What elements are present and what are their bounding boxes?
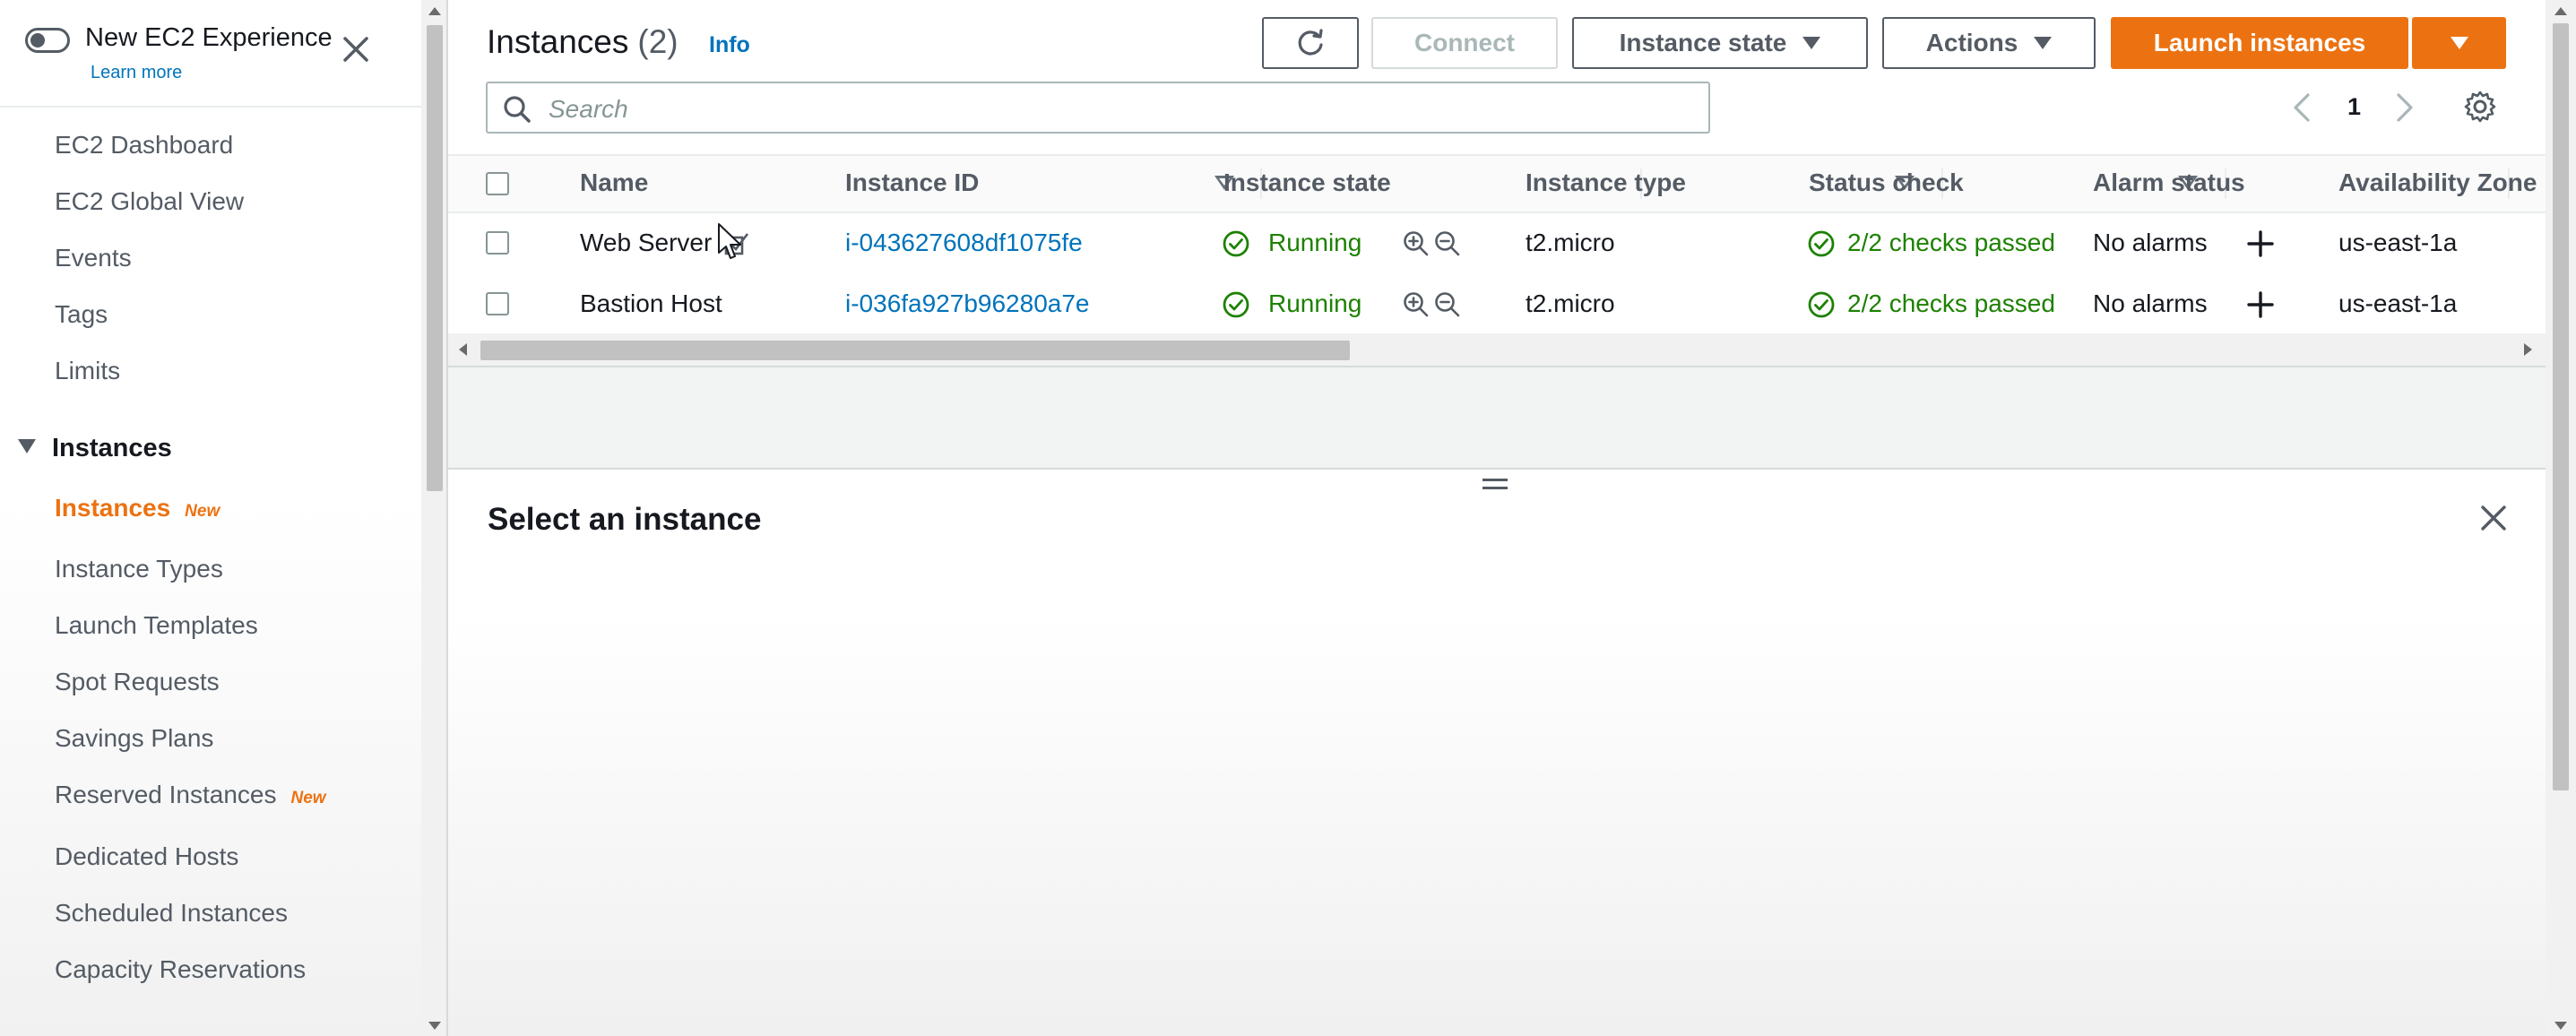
new-experience-toggle[interactable] [25,28,70,53]
sidebar-section-label: Instances [52,434,172,462]
refresh-icon [1298,29,1323,56]
caret-down-icon [2450,37,2468,49]
row-checkbox[interactable] [486,292,509,315]
sidebar-item-dedicated-hosts[interactable]: Dedicated Hosts [55,842,238,871]
sidebar-item-ec2-dashboard[interactable]: EC2 Dashboard [55,131,233,160]
sidebar-item-savings-plans[interactable]: Savings Plans [55,724,213,753]
page-title-text: Instances [487,23,629,60]
detail-title: Select an instance [488,502,762,537]
edit-icon[interactable] [721,229,751,259]
sidebar-item-scheduled-instances[interactable]: Scheduled Instances [55,899,288,928]
sidebar-item-capacity-reservations[interactable]: Capacity Reservations [55,955,306,984]
column-header-instance-id[interactable]: Instance ID [845,168,979,197]
instance-state-value: Running [1268,289,1362,317]
column-header-name[interactable]: Name [580,168,648,197]
launch-instances-button[interactable]: Launch instances [2111,17,2408,69]
status-check-value: 2/2 checks passed [1847,229,2055,256]
instance-id-link[interactable]: i-043627608df1075fe [845,229,1083,257]
status-check-value: 2/2 checks passed [1847,289,2055,317]
refresh-button[interactable] [1262,17,1359,69]
sidebar-item-label: Reserved Instances [55,781,277,808]
sidebar-item-spot-requests[interactable]: Spot Requests [55,668,220,696]
actions-dropdown[interactable]: Actions [1882,17,2096,69]
sidebar-item-instances[interactable]: Instances New [55,494,220,522]
search-input[interactable]: Search [486,82,1710,134]
page-number[interactable]: 1 [2347,93,2361,121]
column-header-instance-type[interactable]: Instance type [1526,168,1686,197]
resize-handle[interactable] [1482,479,1508,493]
page-scrollbar[interactable] [2546,0,2576,1036]
sidebar-section-instances[interactable]: Instances [18,434,172,463]
sidebar-item-launch-templates[interactable]: Launch Templates [55,611,258,640]
instance-state-dropdown[interactable]: Instance state [1572,17,1868,69]
select-all-checkbox[interactable] [486,172,509,195]
zoom-in-icon[interactable] [1402,290,1431,319]
sidebar-scrollbar[interactable] [421,0,448,1036]
detail-panel: Select an instance [448,470,2546,1036]
caret-down-icon [18,439,36,454]
new-badge: New [290,789,326,807]
zoom-out-icon[interactable] [1433,290,1462,319]
launch-options-dropdown[interactable] [2412,17,2506,69]
experience-title: New EC2 Experience [85,23,333,52]
new-badge: New [185,502,220,521]
success-icon [1808,291,1835,318]
connect-button[interactable]: Connect [1371,17,1558,69]
instance-count: (2) [637,23,679,60]
success-icon [1223,230,1249,257]
table-header: Name Instance ID Instance state Instance… [448,156,2546,213]
column-header-availability-zone[interactable]: Availability Zone [2338,168,2537,197]
column-header-alarm-status[interactable]: Alarm status [2093,168,2245,197]
instance-type-value: t2.micro [1526,289,1615,317]
column-header-status-check[interactable]: Status check [1809,168,1964,197]
table-row[interactable]: Bastion Host i-036fa927b96280a7e Running… [448,274,2546,333]
alarm-status-value: No alarms [2093,229,2208,256]
instance-name[interactable]: Web Server [580,229,712,257]
split-gap [448,367,2546,468]
next-page-icon[interactable] [2391,90,2418,125]
sidebar: New EC2 Experience Learn more EC2 Dashbo… [0,0,421,1036]
gear-icon[interactable] [2462,89,2498,125]
sidebar-item-reserved-instances[interactable]: Reserved Instances New [55,781,326,809]
learn-more-link[interactable]: Learn more [91,63,182,83]
alarm-status-value: No alarms [2093,289,2208,317]
add-alarm-icon[interactable] [2246,290,2275,319]
zoom-out-icon[interactable] [1433,229,1462,258]
instance-state-value: Running [1268,229,1362,256]
actions-label: Actions [1925,29,2018,56]
table-horizontal-scrollbar[interactable] [448,333,2546,366]
success-icon [1223,291,1249,318]
caret-down-icon [1802,37,1821,49]
search-icon [504,96,531,123]
table-row[interactable]: Web Server i-043627608df1075fe Running t… [448,213,2546,272]
sidebar-item-tags[interactable]: Tags [55,300,108,329]
sidebar-item-ec2-global-view[interactable]: EC2 Global View [55,187,244,216]
search-placeholder: Search [549,95,628,123]
column-header-instance-state[interactable]: Instance state [1223,168,1391,197]
caret-down-icon [2034,37,2053,49]
sidebar-item-instance-types[interactable]: Instance Types [55,555,223,583]
instance-id-link[interactable]: i-036fa927b96280a7e [845,289,1089,318]
close-icon[interactable] [341,34,371,65]
page-title: Instances (2) [487,23,679,61]
sidebar-item-events[interactable]: Events [55,244,132,272]
sidebar-item-label: Instances [55,494,171,522]
success-icon [1808,230,1835,257]
instance-name[interactable]: Bastion Host [580,289,722,318]
main-content: Instances (2) Info Connect Instance state… [448,0,2546,1036]
previous-page-icon[interactable] [2288,90,2315,125]
instance-type-value: t2.micro [1526,229,1615,256]
close-icon[interactable] [2477,502,2510,534]
sidebar-header: New EC2 Experience Learn more [0,0,421,108]
sidebar-item-limits[interactable]: Limits [55,357,120,385]
info-link[interactable]: Info [709,32,750,58]
row-checkbox[interactable] [486,231,509,255]
availability-zone-value: us-east-1a [2338,229,2458,256]
instance-state-label: Instance state [1619,29,1787,56]
zoom-in-icon[interactable] [1402,229,1431,258]
availability-zone-value: us-east-1a [2338,289,2458,317]
add-alarm-icon[interactable] [2246,229,2275,258]
